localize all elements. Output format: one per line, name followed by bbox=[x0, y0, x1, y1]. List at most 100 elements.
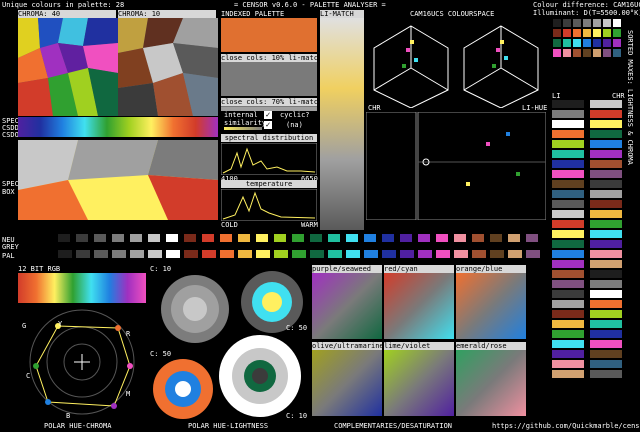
sorted-bar bbox=[590, 370, 622, 378]
neutral-swatch bbox=[454, 234, 466, 242]
sorted-bar bbox=[552, 120, 584, 128]
warm-label: WARM bbox=[301, 221, 318, 229]
olive-ultramarine-title: olive/ultramarine bbox=[312, 342, 384, 350]
pal-swatch bbox=[58, 250, 72, 258]
sorted-bar bbox=[552, 100, 584, 108]
c10b-label: C: 10 bbox=[286, 412, 308, 420]
sorted-bar bbox=[590, 220, 622, 228]
sorted-bar bbox=[552, 180, 584, 188]
hue-lightness-disc-3 bbox=[153, 359, 213, 419]
sorted-bar bbox=[552, 110, 584, 118]
bit12-chart bbox=[18, 273, 146, 303]
emerald-rose-map bbox=[456, 350, 526, 416]
neutral-swatch bbox=[58, 234, 70, 242]
sorted-bar bbox=[552, 300, 584, 308]
temperature-chart bbox=[221, 189, 317, 221]
neutral-swatch bbox=[112, 234, 124, 242]
github-link[interactable]: https://github.com/Quickmarble/censor bbox=[492, 422, 640, 430]
pal-swatch bbox=[238, 250, 252, 258]
sorted-bar bbox=[552, 370, 584, 378]
palette-swatch bbox=[573, 49, 581, 57]
palette-swatch bbox=[603, 19, 611, 27]
pal-swatch bbox=[382, 250, 396, 258]
neutral-swatch bbox=[94, 234, 106, 242]
palette-swatch bbox=[553, 49, 561, 57]
chroma40-title: CHROMA: 40 bbox=[18, 10, 116, 18]
pal-swatch bbox=[130, 250, 144, 258]
palette-swatch bbox=[613, 39, 621, 47]
similarity-checkbox[interactable]: ✓ bbox=[264, 111, 272, 119]
csdo-label: CSDO bbox=[2, 131, 19, 139]
palette-swatch bbox=[573, 29, 581, 37]
palette-swatch bbox=[583, 29, 591, 37]
sorted-bar bbox=[590, 160, 622, 168]
palette-swatch bbox=[613, 29, 621, 37]
neutral-swatch bbox=[508, 234, 520, 242]
sorted-bar bbox=[552, 140, 584, 148]
palette-swatch bbox=[563, 39, 571, 47]
pal-swatch bbox=[346, 250, 360, 258]
palette-swatch bbox=[613, 49, 621, 57]
sorted-bar bbox=[590, 180, 622, 188]
limatch-title: LI-MATCH bbox=[320, 10, 364, 18]
red-cyan-map bbox=[384, 273, 454, 339]
sorted-bar bbox=[552, 220, 584, 228]
app-title: = CENSOR v0.6.0 - PALETTE ANALYSER = bbox=[234, 1, 386, 9]
chroma40-voronoi bbox=[18, 18, 118, 116]
neutral-swatch bbox=[166, 234, 178, 242]
polar-hue-chroma bbox=[29, 309, 135, 415]
cyclic-label: cyclic? bbox=[280, 111, 310, 119]
sorted-bar bbox=[590, 190, 622, 198]
neutral-swatch bbox=[184, 234, 196, 242]
grey-label: GREY bbox=[2, 243, 19, 251]
sorted-bar bbox=[590, 280, 622, 288]
purple-seaweed-map bbox=[312, 273, 382, 339]
illuminant-label: Illuminant: D(T=5500.00°K) bbox=[533, 9, 640, 17]
sorted-bar bbox=[590, 150, 622, 158]
sorted-bar bbox=[590, 120, 622, 128]
neutral-swatch bbox=[436, 234, 448, 242]
neutral-swatch bbox=[220, 234, 232, 242]
sorted-bar bbox=[552, 170, 584, 178]
similarity-checkbox-2[interactable]: ✓ bbox=[264, 121, 272, 129]
sorted-bar bbox=[590, 200, 622, 208]
li-hue-plot bbox=[366, 112, 546, 220]
palette-swatch bbox=[603, 39, 611, 47]
sorted-bar bbox=[552, 290, 584, 298]
unique-colours-label: Unique colours in palette: 28 bbox=[2, 1, 125, 9]
palette-swatch bbox=[603, 29, 611, 37]
neutral-swatch bbox=[274, 234, 286, 242]
pal-swatch bbox=[526, 250, 540, 258]
sorted-bar bbox=[590, 330, 622, 338]
limatch-column bbox=[320, 18, 364, 230]
pal-swatch bbox=[292, 250, 306, 258]
neutral-grey-strip bbox=[58, 234, 540, 258]
sorted-bar bbox=[552, 240, 584, 248]
sorted-bar bbox=[590, 130, 622, 138]
vertical-right-label: SORTED MAXES: LIGHTNESS & CHROMA bbox=[626, 30, 634, 165]
sorted-bar bbox=[590, 320, 622, 328]
pal-swatch bbox=[418, 250, 432, 258]
spectral-title: spectral distribution bbox=[221, 134, 317, 142]
check-icon: ✓ bbox=[265, 110, 271, 119]
chr-label: CHR bbox=[368, 104, 381, 112]
sorted-bar bbox=[552, 280, 584, 288]
sorted-bar bbox=[590, 360, 622, 368]
sorted-bar bbox=[552, 270, 584, 278]
neutral-swatch bbox=[76, 234, 88, 242]
pal-swatch bbox=[94, 250, 108, 258]
li-col-label: LI bbox=[552, 92, 561, 100]
neutral-swatch bbox=[400, 234, 412, 242]
cold-label: COLD bbox=[221, 221, 238, 229]
wheel-g: G bbox=[22, 322, 27, 330]
sorted-bar bbox=[590, 230, 622, 238]
palette-swatch bbox=[563, 49, 571, 57]
sorted-bar bbox=[590, 250, 622, 258]
sorted-bar bbox=[552, 200, 584, 208]
pal-swatch bbox=[220, 250, 234, 258]
sorted-bar bbox=[552, 260, 584, 268]
sorted-bar bbox=[552, 160, 584, 168]
polar-hue-lightness-label: POLAR HUE-LIGHTNESS bbox=[188, 422, 269, 430]
pal-swatch bbox=[508, 250, 522, 258]
sorted-bar bbox=[590, 270, 622, 278]
